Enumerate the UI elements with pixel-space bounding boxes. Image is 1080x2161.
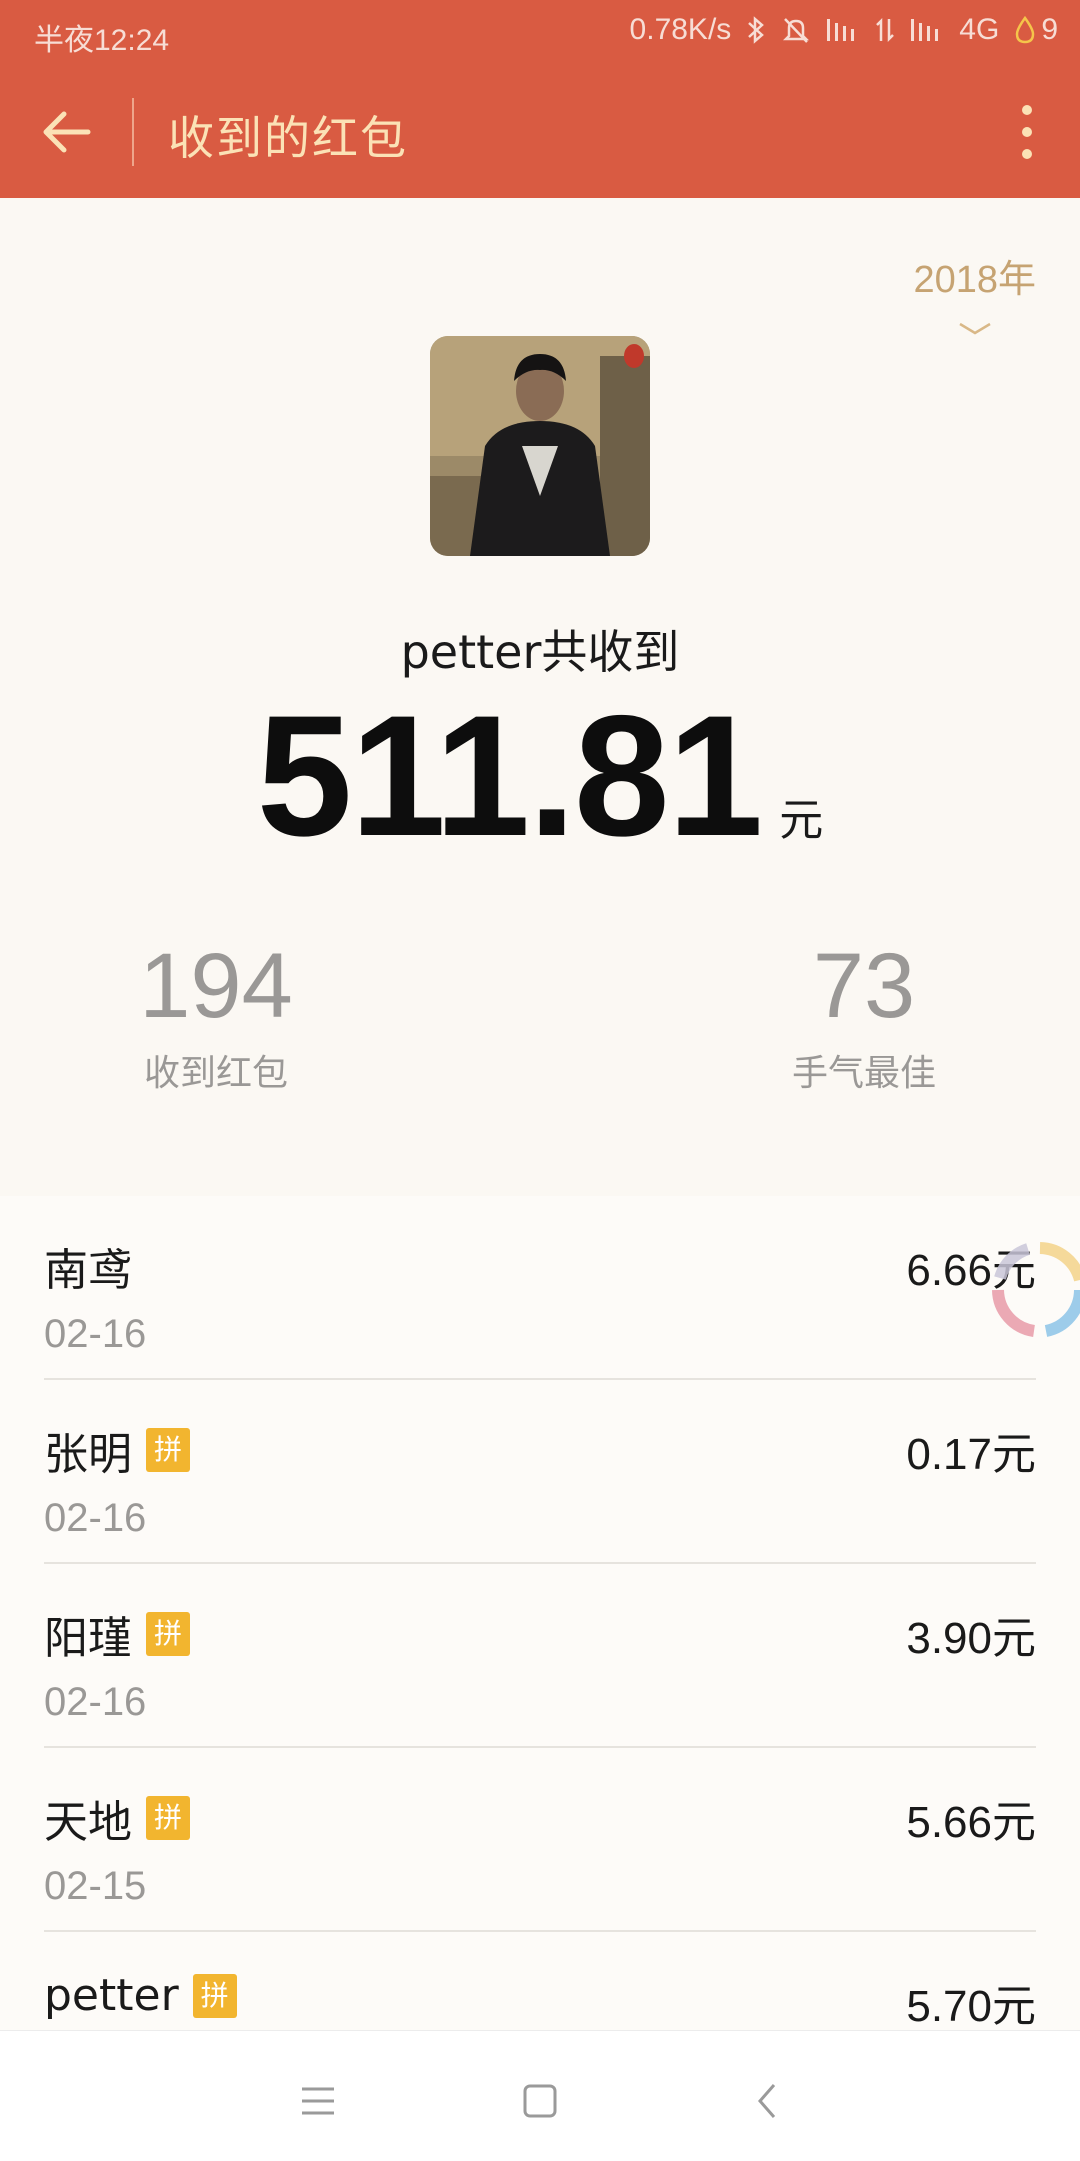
- loading-spinner-icon: [992, 1242, 1080, 1337]
- chevron-left-icon: [758, 2084, 776, 2118]
- net-speed: 0.78K/s: [629, 13, 732, 46]
- arrow-left-icon: [43, 111, 91, 153]
- toolbar: 收到的红包: [0, 66, 1080, 198]
- group-badge: 拼: [192, 1973, 237, 2018]
- menu-button[interactable]: [278, 2061, 358, 2141]
- stat-received-count: 194 收到红包: [66, 940, 366, 1096]
- received-amount: 0.17元: [906, 1430, 1036, 1479]
- battery-drop-icon: [1016, 15, 1035, 44]
- battery: 9: [1013, 13, 1058, 47]
- more-button[interactable]: [992, 88, 1062, 176]
- year-label: 2018年: [913, 259, 1036, 301]
- sender-name-wrap: 南鸢: [44, 1234, 132, 1298]
- list-item[interactable]: petter 拼 5.70元: [0, 1932, 1080, 2030]
- received-date: 02-15: [44, 1864, 147, 1908]
- total-amount: 511.81: [256, 680, 764, 872]
- group-badge: 拼: [146, 1428, 190, 1472]
- sender-name: 南鸢: [44, 1245, 132, 1296]
- avatar: [430, 336, 650, 556]
- total-unit: 元: [779, 795, 824, 846]
- status-bar: 半夜12:24 0.78K/s 4G 9: [0, 0, 1080, 66]
- home-button[interactable]: [500, 2061, 580, 2141]
- network-type: 4G: [959, 13, 1000, 46]
- total-amount-row: 511.81 元: [0, 690, 1080, 862]
- mute-icon: [783, 18, 810, 43]
- status-time: 半夜12:24: [34, 24, 170, 57]
- list-item[interactable]: 张明 拼 02-16 0.17元: [0, 1380, 1080, 1564]
- received-amount: 3.90元: [906, 1614, 1036, 1663]
- received-amount: 5.66元: [906, 1798, 1036, 1847]
- received-date: 02-16: [44, 1680, 147, 1724]
- toolbar-divider: [132, 98, 134, 166]
- signal-icon-2: [911, 19, 939, 41]
- summary-title: petter共收到: [400, 625, 680, 679]
- group-badge: 拼: [146, 1796, 190, 1840]
- sender-name-wrap: petter 拼: [44, 1970, 237, 2021]
- received-date: 02-16: [44, 1312, 147, 1356]
- received-amount: 5.70元: [906, 1982, 1036, 2030]
- stat-label: 手气最佳: [791, 1053, 936, 1094]
- sender-name-wrap: 张明 拼: [44, 1418, 190, 1482]
- status-icons: 0.78K/s 4G 9: [630, 13, 1058, 47]
- data-transfer-icon: [876, 17, 895, 43]
- menu-icon: [302, 2087, 334, 2115]
- sender-name: 阳瑾: [44, 1613, 132, 1664]
- received-date: 02-16: [44, 1496, 147, 1540]
- list-item[interactable]: 南鸢 02-16 6.66元: [0, 1196, 1080, 1380]
- nav-back-button[interactable]: [728, 2061, 808, 2141]
- sender-name: 张明: [44, 1429, 132, 1480]
- square-icon: [523, 2084, 557, 2118]
- sender-name: 天地: [44, 1797, 132, 1848]
- chevron-down-icon: [959, 322, 991, 335]
- stat-best-luck-count: 73 手气最佳: [714, 940, 1014, 1096]
- list-item[interactable]: 天地 拼 02-15 5.66元: [0, 1748, 1080, 1932]
- stat-value: 194: [139, 935, 293, 1037]
- avatar-photo: [430, 336, 650, 556]
- stat-value: 73: [812, 935, 916, 1037]
- sender-name-wrap: 天地 拼: [44, 1786, 190, 1850]
- more-vertical-icon: [1022, 105, 1032, 159]
- year-filter[interactable]: 2018年: [913, 248, 1036, 337]
- back-button[interactable]: [22, 86, 114, 178]
- battery-level: 9: [1041, 13, 1058, 46]
- system-nav-bar: [0, 2030, 1080, 2161]
- group-badge: 拼: [146, 1612, 190, 1656]
- signal-icon-1: [827, 19, 855, 41]
- sender-name-wrap: 阳瑾 拼: [44, 1602, 190, 1666]
- sender-name: petter: [44, 1970, 179, 2021]
- red-packet-list: 南鸢 02-16 6.66元 张明 拼 02-16 0.17元 阳瑾 拼 02-…: [0, 1196, 1080, 2030]
- stat-label: 收到红包: [143, 1053, 288, 1094]
- list-item[interactable]: 阳瑾 拼 02-16 3.90元: [0, 1564, 1080, 1748]
- bluetooth-icon: [748, 16, 765, 44]
- page-title: 收到的红包: [168, 111, 408, 165]
